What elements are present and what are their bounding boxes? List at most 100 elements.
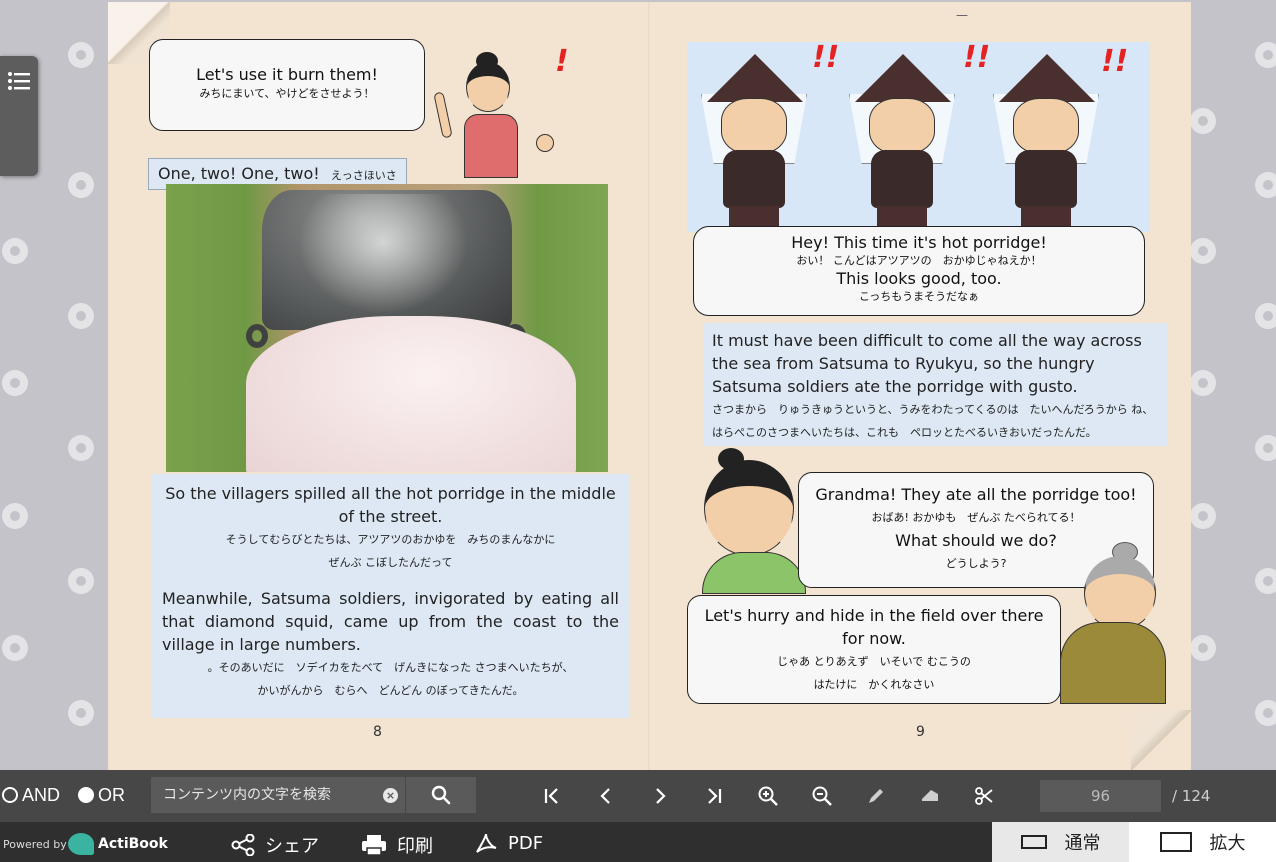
narration-text-en: It must have been difficult to come all …	[712, 331, 1142, 396]
scissors-icon	[975, 787, 993, 805]
last-page-button[interactable]	[700, 782, 728, 810]
mode-normal-label: 通常	[1064, 833, 1101, 854]
watermark-icon	[2, 635, 28, 661]
soldier-figure	[699, 50, 809, 230]
book-spine	[648, 2, 650, 770]
watermark-icon	[1255, 568, 1276, 594]
pdf-icon	[476, 833, 497, 853]
bubble-text-en: This looks good, too.	[836, 269, 1002, 288]
radio-or[interactable]: OR	[78, 785, 125, 806]
grandma-illustration	[1056, 542, 1168, 704]
woman-illustration	[433, 52, 558, 182]
watermark-icon	[1255, 435, 1276, 461]
toc-menu-button[interactable]	[0, 56, 38, 176]
narration-text-en: Meanwhile, Satsuma soldiers, invigorated…	[162, 589, 619, 654]
first-page-icon	[544, 788, 558, 804]
watermark-icon	[2, 370, 28, 396]
brand-name: ActiBook	[98, 836, 168, 852]
radio-or-label: OR	[98, 784, 126, 805]
page-total: / 124	[1172, 787, 1211, 805]
search-icon	[431, 785, 451, 805]
actibook-logo[interactable]: ActiBook	[68, 833, 168, 855]
radio-and-label: AND	[22, 784, 61, 805]
watermark-icon	[1255, 303, 1276, 329]
exclamation-mark: !	[555, 44, 569, 79]
powered-by-text: Powered by	[3, 838, 67, 851]
watermark-icon	[1190, 108, 1216, 134]
page-number-left: 8	[373, 724, 382, 740]
narration-text-en: So the villagers spilled all the hot por…	[165, 484, 616, 526]
steam-image	[298, 194, 468, 314]
share-button[interactable]: シェア	[231, 832, 319, 858]
book-spread[interactable]: Let's use it burn them! みちにまいて、やけどをさせよう！…	[108, 2, 1191, 770]
print-button[interactable]: 印刷	[361, 832, 433, 858]
chevron-left-icon	[600, 788, 610, 804]
bubble-text-jp: はたけに かくれなさい	[813, 678, 935, 691]
watermark-icon	[68, 700, 94, 726]
pdf-button[interactable]: PDF	[474, 832, 543, 854]
bubble-text-jp: じゃあ とりあえず いそいで むこうの	[777, 655, 971, 668]
watermark-icon	[1190, 635, 1216, 661]
speech-bubble-soldiers: Hey! This time it's hot porridge! おい！ こん…	[693, 226, 1145, 316]
radio-or-dot[interactable]	[78, 787, 95, 803]
tag-text-jp: えっさほいさ	[330, 169, 397, 182]
watermark-icon	[1255, 172, 1276, 198]
bubble-text-en: Grandma! They ate all the porridge too!	[815, 485, 1137, 504]
page-corner-next[interactable]	[1131, 710, 1191, 770]
watermark-icon	[1190, 370, 1216, 396]
watermark-icon	[68, 42, 94, 68]
pdf-label: PDF	[508, 832, 544, 854]
first-page-button[interactable]	[538, 782, 566, 810]
clip-button[interactable]	[970, 782, 998, 810]
speech-bubble-hide: Let's hurry and hide in the field over t…	[687, 595, 1061, 704]
soldiers-illustration: !! !! !!	[687, 42, 1149, 232]
bubble-text-en: Let's use it burn them!	[196, 65, 378, 84]
watermark-icon	[2, 503, 28, 529]
exclamation-mark: !!	[1101, 44, 1129, 79]
chevron-right-icon	[656, 788, 666, 804]
bubble-text-en: Hey! This time it's hot porridge!	[791, 233, 1047, 252]
narration-box-1: So the villagers spilled all the hot por…	[152, 474, 629, 718]
prev-page-button[interactable]	[592, 782, 620, 810]
narration-text-jp: かいがんから むらへ どんどん のぼってきたんだ。	[257, 684, 524, 697]
radio-and-dot[interactable]	[2, 787, 18, 803]
search-input[interactable]	[151, 777, 405, 813]
page-number-input[interactable]	[1040, 780, 1161, 812]
viewer-toolbar: AND OR × / 124	[0, 770, 1276, 822]
zoom-in-icon	[758, 786, 778, 806]
book-viewer: Let's use it burn them! みちにまいて、やけどをさせよう！…	[0, 0, 1276, 770]
eraser-button[interactable]	[916, 782, 944, 810]
mode-zoom-button[interactable]: 拡大	[1129, 822, 1276, 862]
search-button[interactable]	[406, 777, 476, 813]
watermark-icon	[68, 172, 94, 198]
zoom-in-button[interactable]	[754, 782, 782, 810]
pen-button[interactable]	[862, 782, 890, 810]
normal-view-icon	[1020, 835, 1047, 849]
watermark-icon	[68, 435, 94, 461]
bubble-text-jp: みちにまいて、やけどをさせよう！	[199, 87, 375, 100]
exclamation-mark: !!	[812, 42, 840, 75]
clear-icon[interactable]: ×	[383, 788, 398, 803]
exclamation-mark: !!	[963, 42, 991, 75]
tag-text-en: One, two! One, two!	[158, 164, 320, 183]
zoom-out-button[interactable]	[808, 782, 836, 810]
mode-normal-button[interactable]: 通常	[992, 822, 1129, 862]
porridge-image	[246, 316, 576, 472]
next-page-button[interactable]	[646, 782, 674, 810]
narration-box-2: It must have been difficult to come all …	[704, 323, 1167, 446]
watermark-icon	[1190, 503, 1216, 529]
eraser-icon	[922, 790, 938, 801]
bottom-bar: Powered by ActiBook シェア 印刷 PDF 通常 拡大	[0, 822, 1276, 862]
print-label: 印刷	[397, 836, 433, 857]
pot-spill-illustration	[166, 184, 608, 472]
bubble-text-jp: おばあ! おかゆも ぜんぶ たべられてる！	[871, 511, 1081, 524]
bubble-text-jp: こっちもうまそうだなぁ	[859, 290, 979, 303]
actibook-logo-icon	[68, 833, 94, 855]
soldier-figure	[847, 50, 957, 230]
watermark-icon	[68, 303, 94, 329]
radio-and[interactable]: AND	[2, 785, 60, 806]
mode-zoom-label: 拡大	[1209, 833, 1246, 854]
bubble-text-en: Let's hurry and hide in the field over t…	[704, 606, 1044, 648]
zoom-view-icon	[1159, 832, 1192, 852]
speech-bubble-burn: Let's use it burn them! みちにまいて、やけどをさせよう！	[149, 39, 425, 131]
